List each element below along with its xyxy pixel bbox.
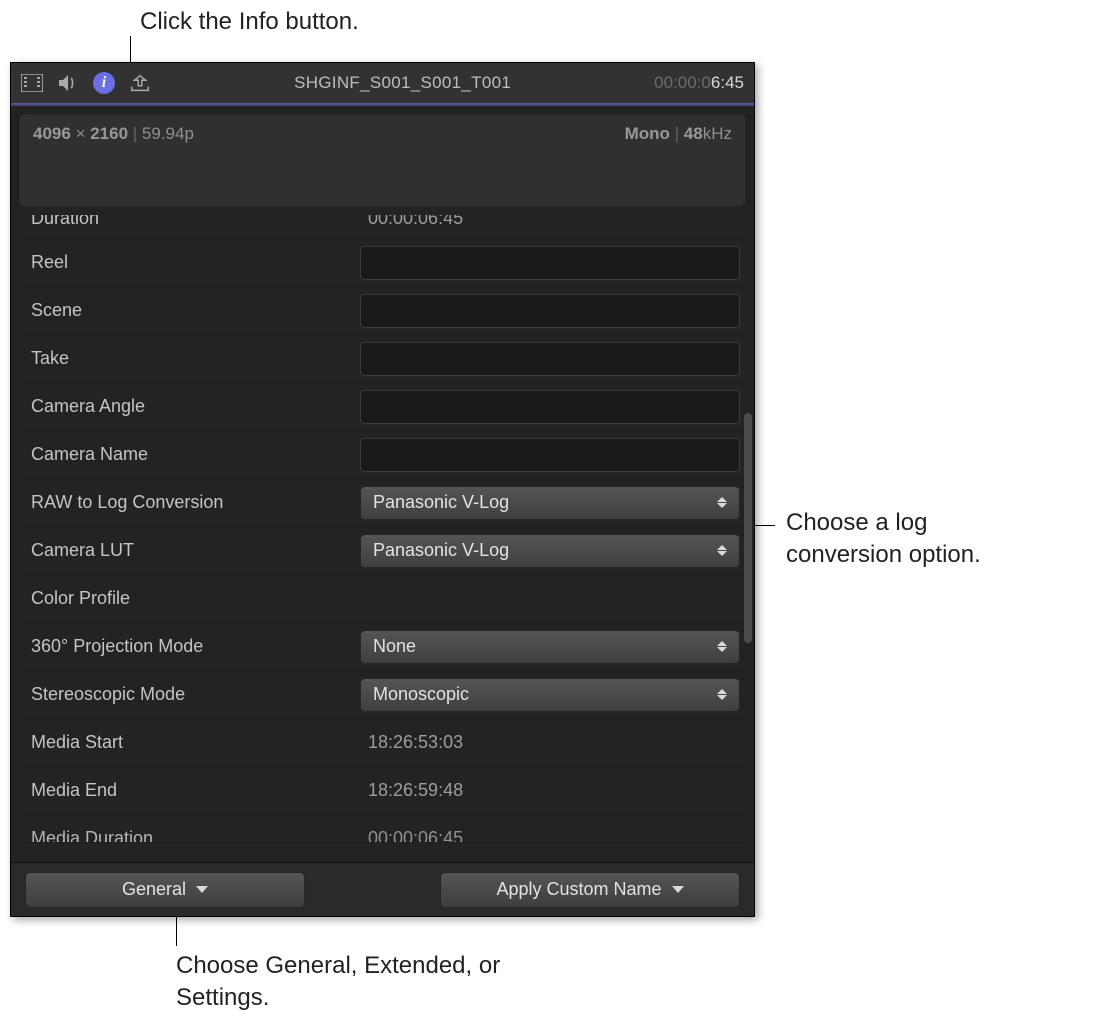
stereoscopic-mode-label: Stereoscopic Mode: [25, 684, 360, 705]
scene-field[interactable]: [360, 294, 740, 328]
timecode-display: 00:00:06:45: [654, 73, 744, 93]
media-duration-value: 00:00:06:45: [360, 828, 463, 843]
updown-arrows-icon: [717, 497, 727, 508]
updown-arrows-icon: [717, 689, 727, 700]
callout-info-button: Click the Info button.: [140, 6, 359, 38]
scrollbar-thumb[interactable]: [744, 413, 752, 643]
raw-to-log-label: RAW to Log Conversion: [25, 492, 360, 513]
take-field[interactable]: [360, 342, 740, 376]
row-raw-to-log: RAW to Log Conversion Panasonic V-Log: [21, 479, 744, 527]
format-video-info: 4096 × 2160 | 59.94p: [33, 124, 194, 144]
reel-field[interactable]: [360, 246, 740, 280]
row-media-duration: Media Duration 00:00:06:45: [21, 815, 744, 843]
color-profile-label: Color Profile: [25, 588, 360, 609]
camera-name-field[interactable]: [360, 438, 740, 472]
row-camera-angle: Camera Angle: [21, 383, 744, 431]
row-scene: Scene: [21, 287, 744, 335]
stereoscopic-mode-dropdown[interactable]: Monoscopic: [360, 678, 740, 712]
updown-arrows-icon: [717, 641, 727, 652]
apply-custom-name-menu[interactable]: Apply Custom Name: [440, 872, 740, 908]
chevron-down-icon: [196, 886, 208, 893]
timecode-suffix: 6:45: [711, 73, 744, 92]
audio-inspector-icon[interactable]: [57, 72, 79, 94]
projection-mode-label: 360° Projection Mode: [25, 636, 360, 657]
info-inspector-panel: i SHGINF_S001_S001_T001 00:00:06:45 4096…: [10, 62, 755, 917]
share-inspector-icon[interactable]: [129, 72, 151, 94]
row-reel: Reel: [21, 239, 744, 287]
duration-value: 00:00:06:45: [360, 215, 463, 229]
video-inspector-icon[interactable]: [21, 72, 43, 94]
format-audio-info: Mono | 48kHz: [625, 124, 732, 144]
info-inspector-icon[interactable]: i: [93, 72, 115, 94]
format-info-wrap: 4096 × 2160 | 59.94p Mono | 48kHz: [11, 114, 754, 207]
timecode-prefix: 00:00:0: [654, 73, 711, 92]
projection-mode-dropdown[interactable]: None: [360, 630, 740, 664]
clip-title: SHGINF_S001_S001_T001: [165, 73, 640, 93]
raw-to-log-dropdown[interactable]: Panasonic V-Log: [360, 486, 740, 520]
row-duration: Duration 00:00:06:45: [21, 215, 744, 239]
scene-label: Scene: [25, 300, 360, 321]
format-channel: Mono: [625, 124, 670, 143]
media-end-label: Media End: [25, 780, 360, 801]
callout-view-menu: Choose General, Extended, or Settings.: [176, 950, 526, 1015]
format-width: 4096: [33, 124, 71, 143]
scrollbar-track[interactable]: [742, 223, 752, 849]
media-end-value: 18:26:59:48: [360, 780, 463, 801]
duration-label: Duration: [25, 215, 360, 229]
callout-log-conversion: Choose a log conversion option.: [786, 507, 1046, 572]
camera-angle-field[interactable]: [360, 390, 740, 424]
camera-lut-label: Camera LUT: [25, 540, 360, 561]
format-info-card: 4096 × 2160 | 59.94p Mono | 48kHz: [19, 114, 746, 207]
apply-custom-name-value: Apply Custom Name: [496, 879, 661, 900]
row-media-end: Media End 18:26:59:48: [21, 767, 744, 815]
media-start-value: 18:26:53:03: [360, 732, 463, 753]
take-label: Take: [25, 348, 360, 369]
updown-arrows-icon: [717, 545, 727, 556]
camera-angle-label: Camera Angle: [25, 396, 360, 417]
format-rate-unit: kHz: [703, 124, 732, 143]
camera-lut-value: Panasonic V-Log: [373, 540, 509, 561]
row-projection-mode: 360° Projection Mode None: [21, 623, 744, 671]
chevron-down-icon: [672, 886, 684, 893]
row-camera-name: Camera Name: [21, 431, 744, 479]
media-start-label: Media Start: [25, 732, 360, 753]
raw-to-log-value: Panasonic V-Log: [373, 492, 509, 513]
projection-mode-value: None: [373, 636, 416, 657]
properties-list: Duration 00:00:06:45 Reel Scene Take Cam…: [21, 215, 744, 843]
row-color-profile: Color Profile: [21, 575, 744, 623]
format-sep: ×: [76, 124, 91, 143]
media-duration-label: Media Duration: [25, 828, 360, 843]
format-rate: 48: [684, 124, 703, 143]
row-camera-lut: Camera LUT Panasonic V-Log: [21, 527, 744, 575]
row-media-start: Media Start 18:26:53:03: [21, 719, 744, 767]
stereoscopic-mode-value: Monoscopic: [373, 684, 469, 705]
inspector-toolbar: i SHGINF_S001_S001_T001 00:00:06:45: [11, 63, 754, 103]
reel-label: Reel: [25, 252, 360, 273]
format-height: 2160: [90, 124, 128, 143]
metadata-view-menu[interactable]: General: [25, 872, 305, 908]
format-fps: 59.94p: [142, 124, 194, 143]
camera-lut-dropdown[interactable]: Panasonic V-Log: [360, 534, 740, 568]
row-stereoscopic-mode: Stereoscopic Mode Monoscopic: [21, 671, 744, 719]
properties-scroll-area[interactable]: Duration 00:00:06:45 Reel Scene Take Cam…: [11, 215, 754, 857]
inspector-bottom-bar: General Apply Custom Name: [11, 862, 754, 916]
metadata-view-value: General: [122, 879, 186, 900]
camera-name-label: Camera Name: [25, 444, 360, 465]
accent-divider: [11, 103, 754, 106]
row-take: Take: [21, 335, 744, 383]
format-divider: |: [675, 124, 684, 143]
format-divider: |: [133, 124, 142, 143]
